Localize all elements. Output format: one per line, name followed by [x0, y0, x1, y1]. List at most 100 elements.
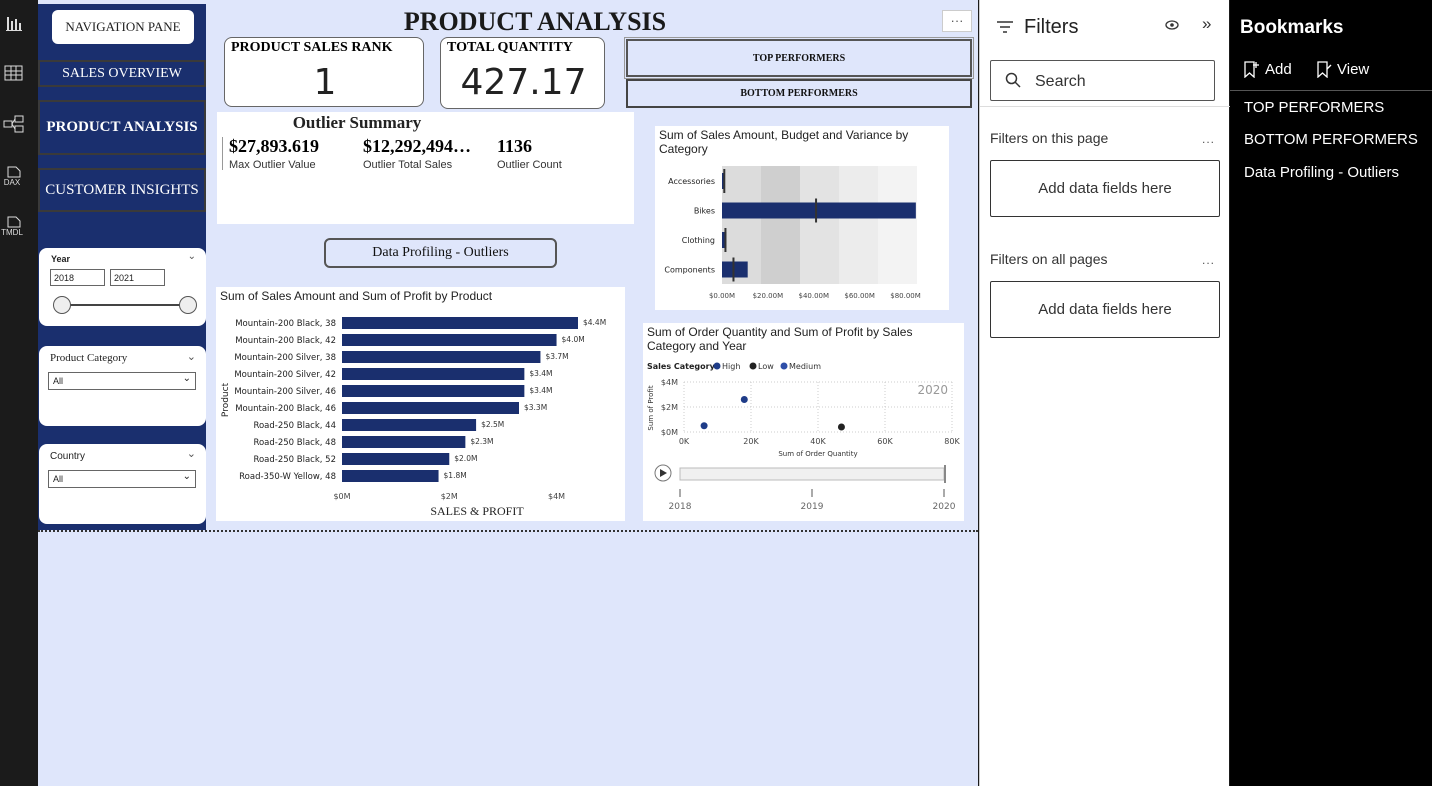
page-title: PRODUCT ANALYSIS: [403, 7, 667, 36]
model-icon[interactable]: [3, 114, 25, 136]
chevron-down-icon[interactable]: ⌄: [187, 447, 196, 460]
year-slicer-label: Year: [51, 254, 71, 264]
top-performers-button[interactable]: TOP PERFORMERS: [624, 37, 974, 79]
chevron-down-icon[interactable]: ⌄: [187, 350, 196, 363]
y-axis-title: Sum of Profit: [647, 385, 655, 430]
y-tick-label: $2M: [661, 403, 678, 412]
add-data-fields-all-pages[interactable]: Add data fields here: [990, 281, 1220, 338]
bookmark-data-profiling-outliers[interactable]: Data Profiling - Outliers: [1244, 164, 1399, 181]
bar-data-label: $3.4M: [529, 386, 552, 395]
product-bar: [342, 453, 450, 465]
bar-data-label: $3.4M: [529, 369, 552, 378]
x-tick-label: $0M: [333, 492, 350, 501]
bottom-performers-button[interactable]: BOTTOM PERFORMERS: [626, 79, 972, 108]
search-placeholder: Search: [1035, 73, 1086, 90]
product-bar: [342, 317, 578, 329]
product-axis-label: Mountain-200 Silver, 42: [234, 370, 336, 380]
product-bar-plot: Mountain-200 Black, 38 $4.4M Mountain-200 …: [221, 317, 606, 518]
year-range-end-handle[interactable]: [179, 296, 197, 314]
customer-insights-button[interactable]: CUSTOMER INSIGHTS: [38, 168, 206, 212]
play-tick-label: 2019: [801, 502, 824, 512]
add-data-fields-this-page[interactable]: Add data fields here: [990, 160, 1220, 217]
category-label: Components: [664, 266, 715, 275]
data-profiling-outliers-button[interactable]: Data Profiling - Outliers: [324, 238, 557, 268]
country-dropdown[interactable]: All ⌄: [48, 470, 196, 488]
product-axis-label: Mountain-200 Black, 38: [235, 319, 336, 329]
bar-data-label: $2.5M: [481, 420, 504, 429]
chevron-down-icon[interactable]: ⌄: [188, 251, 196, 262]
x-tick-label: $20.00M: [753, 292, 784, 300]
filters-on-this-page-label: Filters on this page: [990, 130, 1109, 146]
bar-data-label: $3.3M: [524, 403, 547, 412]
view-rail: DAX TMDL: [0, 0, 38, 786]
country-value: All: [53, 474, 64, 484]
bar-data-label: $2.3M: [470, 437, 493, 446]
product-bar: [342, 402, 519, 414]
bookmark-bottom-performers[interactable]: BOTTOM PERFORMERS: [1244, 131, 1418, 148]
play-year-watermark: 2020: [917, 383, 948, 397]
eye-icon[interactable]: [1164, 18, 1180, 36]
category-bullet-plot: Accessories Bikes Clothing Components $0.00M…: [664, 166, 921, 300]
country-slicer: Country ⌄ All ⌄: [39, 444, 206, 524]
filter-icon: [996, 19, 1014, 40]
dax-icon[interactable]: DAX: [3, 166, 25, 188]
outlier-summary-title: Outlier Summary: [292, 113, 422, 132]
x-tick-label: 40K: [810, 437, 826, 446]
product-bar: [342, 334, 557, 346]
legend-marker: [780, 362, 788, 370]
legend-label: Medium: [789, 362, 821, 371]
filters-title: Filters: [1024, 16, 1079, 38]
scatter-point: [700, 422, 708, 430]
rank-value: 1: [313, 62, 337, 103]
bar-data-label: $2.0M: [454, 454, 477, 463]
y-tick-label: $4M: [661, 378, 678, 387]
bar-data-label: $3.7M: [545, 352, 568, 361]
x-tick-label: 0K: [679, 437, 690, 446]
bookmark-top-performers[interactable]: TOP PERFORMERS: [1244, 99, 1384, 116]
collapse-pane-icon[interactable]: »: [1202, 14, 1211, 34]
year-from-input[interactable]: 2018: [50, 269, 105, 286]
product-category-dropdown[interactable]: All ⌄: [48, 372, 196, 390]
outlier-total-sales-value: $12,292,494…: [363, 136, 471, 156]
scatter-plot: Sales Category High Low Medium $0M $2M $4M 0K 20…: [647, 362, 960, 512]
budget-marker: [724, 228, 727, 252]
legend-marker: [749, 362, 757, 370]
x-tick-label: 20K: [743, 437, 759, 446]
product-axis-label: Mountain-200 Black, 46: [235, 404, 336, 414]
outlier-summary-card: Outlier Summary $27,893.619 Max Outlier …: [217, 112, 634, 224]
canvas-page-boundary: [38, 530, 978, 532]
background-band: [800, 166, 839, 284]
navigation-pane-button[interactable]: NAVIGATION PANE: [52, 10, 194, 44]
x-tick-label: $60.00M: [844, 292, 875, 300]
sales-bar: [722, 261, 748, 278]
budget-marker: [815, 198, 818, 223]
more-options-icon[interactable]: ...: [1202, 253, 1215, 267]
order-quantity-profit-scatter: Sum of Order Quantity and Sum of Profit …: [643, 323, 964, 521]
dropdown-arrow-icon: ⌄: [182, 373, 191, 384]
legend-title: Sales Category: [647, 362, 716, 371]
filter-search-input[interactable]: Search: [990, 60, 1215, 101]
year-slicer: Year ⌄ 2018 2021: [39, 248, 206, 326]
x-axis-title: SALES & PROFIT: [430, 504, 524, 518]
outlier-divider: [222, 137, 223, 170]
year-range-start-handle[interactable]: [53, 296, 71, 314]
x-tick-label: 60K: [877, 437, 893, 446]
quantity-label: TOTAL QUANTITY: [447, 40, 573, 55]
bookmarks-pane: Bookmarks Add View TOP PERFORMERS BOTTOM…: [1230, 0, 1432, 786]
tmdl-icon[interactable]: TMDL: [1, 216, 25, 238]
background-band: [878, 166, 917, 284]
year-to-input[interactable]: 2021: [110, 269, 165, 286]
report-icon[interactable]: [3, 14, 25, 36]
product-bar: [342, 436, 466, 448]
rank-label: PRODUCT SALES RANK: [231, 40, 393, 55]
sales-overview-button[interactable]: SALES OVERVIEW: [38, 60, 206, 87]
more-options-button[interactable]: ···: [942, 10, 972, 32]
play-tick-label: 2018: [669, 502, 692, 512]
outlier-count-value: 1136: [497, 136, 533, 156]
more-options-icon[interactable]: ...: [1202, 132, 1215, 146]
x-axis-title: Sum of Order Quantity: [778, 450, 857, 458]
max-outlier-value: $27,893.619: [229, 136, 319, 156]
table-icon[interactable]: [3, 64, 25, 86]
bookmarks-title: Bookmarks: [1240, 17, 1344, 38]
outlier-count-label: Outlier Count: [497, 159, 562, 171]
